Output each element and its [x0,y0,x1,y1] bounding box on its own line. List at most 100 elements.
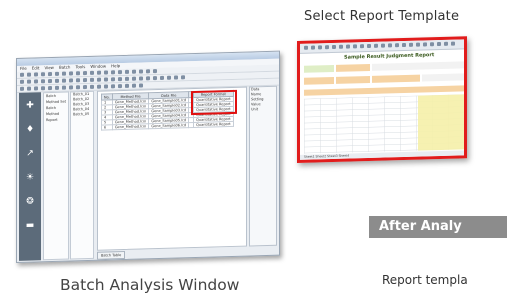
report-toolbar-icon[interactable] [395,43,399,48]
report-toolbar-icon[interactable] [332,44,336,50]
toolbar-button-icon[interactable] [160,75,164,80]
toolbar-button-icon[interactable] [55,71,59,76]
report-toolbar-icon[interactable] [374,43,378,48]
report-toolbar-icon[interactable] [353,44,357,49]
toolbar-button-icon[interactable] [104,84,108,89]
toolbar-button-icon[interactable] [34,72,38,77]
toolbar-button-icon[interactable] [132,76,136,81]
toolbar-button-icon[interactable] [174,75,178,80]
toolbar-button-icon[interactable] [76,78,80,83]
menu-item[interactable]: Edit [32,65,40,70]
report-toolbar-icon[interactable] [318,45,322,50]
menu-item[interactable]: Tools [75,64,85,69]
toolbar-button-icon[interactable] [62,78,66,83]
toolbar-button-icon[interactable] [111,70,115,75]
toolbar-button-icon[interactable] [125,76,129,81]
report-toolbar-icon[interactable] [388,43,392,48]
toolbar-button-icon[interactable] [104,70,108,75]
toolbar-button-icon[interactable] [27,86,31,91]
toolbar-button-icon[interactable] [104,77,108,82]
toolbar-button-icon[interactable] [125,83,129,88]
toolbar-button-icon[interactable] [139,83,143,88]
report-toolbar-icon[interactable] [437,41,441,47]
toolbar-button-icon[interactable] [62,71,66,76]
report-toolbar-icon[interactable] [381,43,385,48]
report-toolbar-icon[interactable] [402,42,406,48]
nav-item[interactable]: ☀ [19,170,41,193]
report-toolbar-icon[interactable] [444,41,448,46]
toolbar-button-icon[interactable] [125,69,129,74]
report-toolbar-icon[interactable] [311,45,315,50]
toolbar-button-icon[interactable] [118,77,122,82]
report-toolbar-icon[interactable] [325,45,329,50]
nav-item[interactable]: ▬ [19,218,41,241]
toolbar-button-icon[interactable] [69,78,73,83]
toolbar-button-icon[interactable] [111,84,115,89]
toolbar-button-icon[interactable] [153,76,157,81]
toolbar-button-icon[interactable] [90,77,94,82]
toolbar-button-icon[interactable] [83,78,87,83]
report-toolbar-icon[interactable] [430,42,434,47]
toolbar-button-icon[interactable] [48,78,52,84]
report-toolbar-icon[interactable] [416,42,420,47]
toolbar-button-icon[interactable] [139,76,143,81]
table-cell[interactable]: Gene_Sample06.lcd [148,122,189,129]
table-cell[interactable]: 6 [101,124,113,131]
menu-item[interactable]: Batch [59,64,71,69]
toolbar-button-icon[interactable] [41,72,45,77]
toolbar-button-icon[interactable] [62,85,66,90]
toolbar-button-icon[interactable] [76,71,80,76]
toolbar-button-icon[interactable] [41,86,45,91]
toolbar-button-icon[interactable] [27,72,31,77]
nav-item[interactable]: ↗ [19,146,41,169]
report-toolbar-icon[interactable] [451,41,455,46]
toolbar-button-icon[interactable] [69,85,73,90]
toolbar-button-icon[interactable] [153,69,157,74]
toolbar-button-icon[interactable] [83,85,87,90]
toolbar-button-icon[interactable] [90,70,94,75]
menu-item[interactable]: View [44,65,54,70]
toolbar-button-icon[interactable] [20,79,24,84]
toolbar-button-icon[interactable] [167,75,171,80]
toolbar-button-icon[interactable] [97,77,101,82]
toolbar-button-icon[interactable] [48,71,52,77]
toolbar-button-icon[interactable] [97,84,101,89]
report-toolbar-icon[interactable] [339,44,343,49]
toolbar-button-icon[interactable] [90,84,94,89]
nav-item[interactable]: ♦ [19,122,41,145]
toolbar-button-icon[interactable] [139,69,143,74]
table-cell[interactable]: Quantitative Report [193,121,234,128]
toolbar-button-icon[interactable] [48,85,52,91]
toolbar-button-icon[interactable] [181,75,185,80]
toolbar-button-icon[interactable] [69,71,73,76]
toolbar-button-icon[interactable] [41,79,45,84]
menu-item[interactable]: Window [90,63,106,68]
tab-batch-table[interactable]: Batch Table [97,250,126,260]
toolbar-button-icon[interactable] [34,86,38,91]
nav-item[interactable]: ✚ [19,98,41,121]
tree-item[interactable]: Report [44,117,68,124]
toolbar-button-icon[interactable] [55,85,59,90]
toolbar-button-icon[interactable] [146,76,150,81]
report-toolbar-icon[interactable] [304,45,308,50]
file-item[interactable]: Batch_05 [71,112,93,118]
toolbar-button-icon[interactable] [97,70,101,75]
toolbar-button-icon[interactable] [111,77,115,82]
nav-item[interactable]: ❂ [19,194,41,217]
report-toolbar-icon[interactable] [409,42,413,47]
toolbar-button-icon[interactable] [76,85,80,90]
toolbar-button-icon[interactable] [20,86,24,91]
menu-item[interactable]: File [20,66,27,71]
report-toolbar-icon[interactable] [423,42,427,47]
toolbar-button-icon[interactable] [118,84,122,89]
toolbar-button-icon[interactable] [132,83,136,88]
report-toolbar-icon[interactable] [367,43,371,49]
report-toolbar-icon[interactable] [360,44,364,49]
toolbar-button-icon[interactable] [34,79,38,84]
menu-item[interactable]: Help [111,63,120,68]
table-cell[interactable]: Gene_Method.lcm [112,123,149,130]
toolbar-button-icon[interactable] [20,72,24,77]
toolbar-button-icon[interactable] [132,69,136,74]
toolbar-button-icon[interactable] [146,69,150,74]
toolbar-button-icon[interactable] [83,71,87,76]
